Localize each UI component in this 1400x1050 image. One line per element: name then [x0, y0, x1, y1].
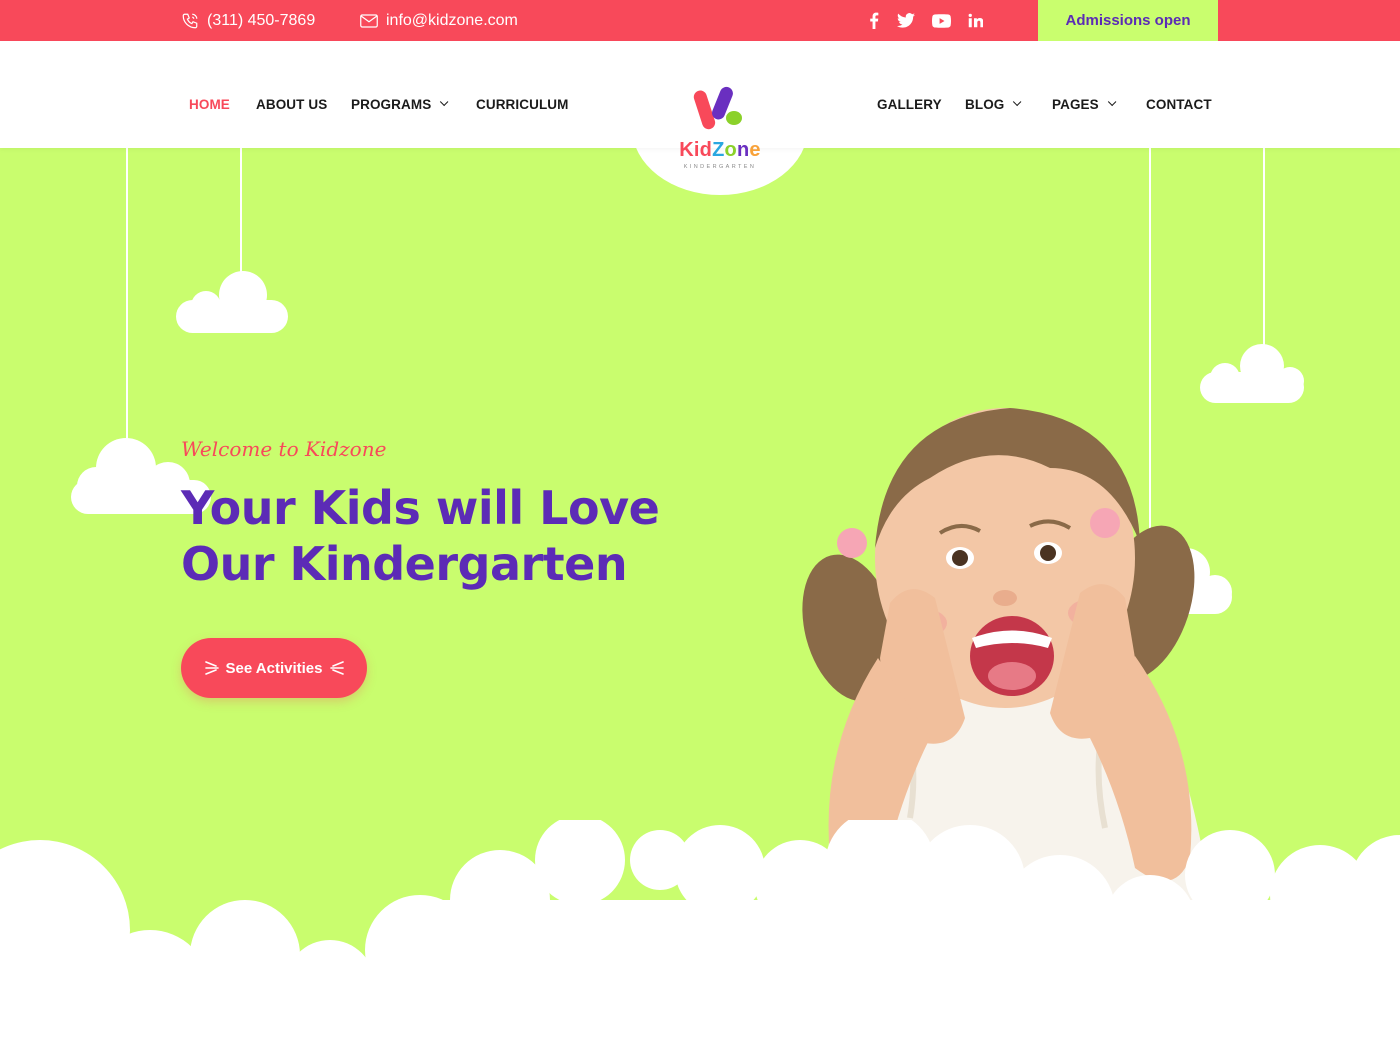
logo-mark-icon	[693, 86, 742, 130]
welcome-tagline: Welcome to Kidzone	[181, 437, 387, 461]
admissions-open-button[interactable]: Admissions open	[1038, 0, 1218, 41]
nav-about-us-label: ABOUT US	[256, 96, 328, 112]
phone-number: (311) 450-7869	[207, 11, 316, 29]
top-bar: (311) 450-7869 info@kidzone.com Admissio…	[0, 0, 1400, 41]
phone-link[interactable]: (311) 450-7869	[181, 0, 315, 41]
nav-pages-label: PAGES	[1052, 96, 1099, 112]
email-link[interactable]: info@kidzone.com	[360, 0, 518, 41]
nav-home[interactable]: HOME	[189, 95, 230, 113]
twitter-icon	[897, 13, 915, 28]
hero-headline: Your Kids will Love Our Kindergarten	[181, 480, 660, 592]
headline-line-2: Our Kindergarten	[181, 537, 628, 591]
hero-section: Welcome to Kidzone Your Kids will Love O…	[0, 148, 1400, 1050]
logo-name: KidZone	[679, 139, 761, 161]
bottom-clouds-decoration	[0, 820, 1400, 1050]
see-activities-label: See Activities	[225, 659, 323, 677]
see-activities-button[interactable]: See Activities	[181, 638, 367, 698]
nav-gallery-label: GALLERY	[877, 96, 942, 112]
nav-home-label: HOME	[189, 96, 230, 112]
nav-programs[interactable]: PROGRAMS	[351, 95, 449, 113]
sparkle-left-icon	[204, 661, 219, 675]
nav-contact[interactable]: CONTACT	[1146, 95, 1212, 113]
logo-subtitle: KINDERGARTEN	[683, 164, 757, 170]
headline-line-1: Your Kids will Love	[181, 481, 660, 535]
kidzone-logo[interactable]: KidZone KINDERGARTEN	[670, 84, 770, 174]
nav-blog[interactable]: BLOG	[965, 95, 1022, 113]
mail-icon	[360, 13, 378, 28]
linkedin-link[interactable]	[965, 0, 985, 41]
facebook-icon	[870, 12, 879, 29]
twitter-link[interactable]	[895, 0, 917, 41]
email-address: info@kidzone.com	[386, 11, 518, 29]
nav-curriculum-label: CURRICULUM	[476, 96, 569, 112]
nav-about-us[interactable]: ABOUT US	[256, 95, 327, 113]
sparkle-right-icon	[329, 661, 344, 675]
youtube-icon	[931, 13, 951, 28]
nav-blog-label: BLOG	[965, 96, 1005, 112]
nav-gallery[interactable]: GALLERY	[877, 95, 942, 113]
youtube-link[interactable]	[930, 0, 952, 41]
nav-programs-label: PROGRAMS	[351, 96, 432, 112]
nav-curriculum[interactable]: CURRICULUM	[476, 95, 569, 113]
facebook-link[interactable]	[864, 0, 884, 41]
linkedin-icon	[968, 13, 983, 28]
nav-pages[interactable]: PAGES	[1052, 95, 1117, 113]
phone-icon	[182, 13, 198, 28]
nav-contact-label: CONTACT	[1146, 96, 1212, 112]
